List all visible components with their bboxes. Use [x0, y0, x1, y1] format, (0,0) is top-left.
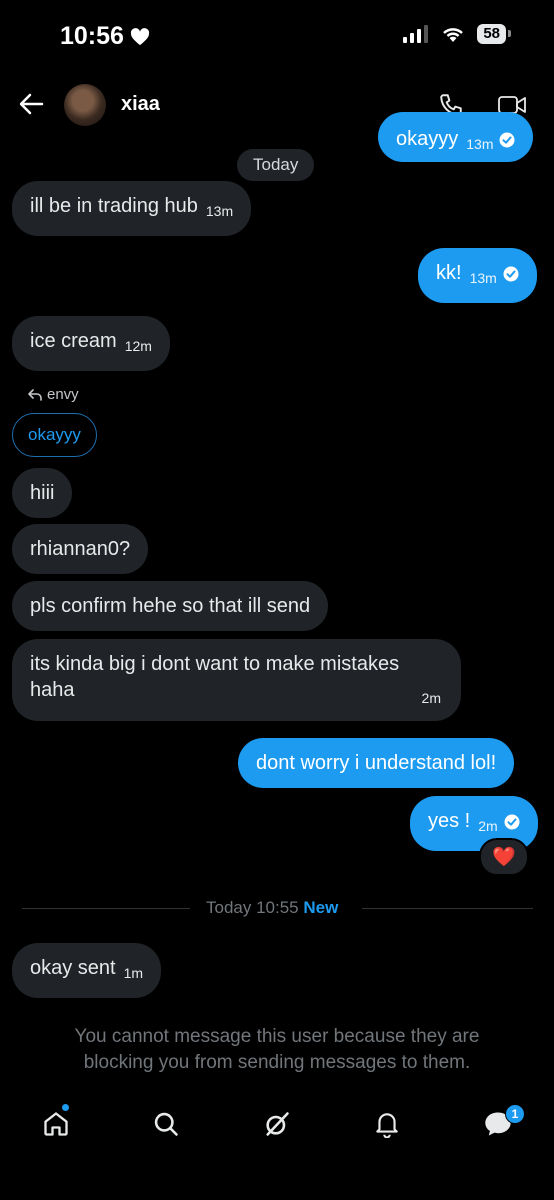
message-outgoing[interactable]: okayyy 13m	[378, 112, 534, 162]
reply-context: envy	[28, 386, 79, 403]
blocked-notice: You cannot message this user because the…	[74, 1026, 480, 1073]
wifi-icon	[443, 28, 464, 42]
message-incoming[interactable]: okay sent 1m	[12, 943, 162, 998]
back-arrow-icon	[19, 93, 44, 115]
reply-arrow-icon	[28, 388, 42, 401]
signal-icon	[403, 25, 429, 43]
notification-dot	[62, 1104, 69, 1111]
date-pill: Today	[237, 149, 315, 181]
quoted-message[interactable]: okayyy	[12, 413, 97, 457]
nav-notifications[interactable]	[371, 1108, 403, 1140]
conversation-name[interactable]: xiaa	[121, 93, 160, 116]
message-incoming[interactable]: its kinda big i dont want to make mistak…	[12, 639, 461, 721]
divider-line	[362, 908, 533, 909]
status-icons: 58	[403, 24, 511, 44]
messages-badge: 1	[505, 1104, 525, 1124]
grok-icon	[266, 1112, 289, 1136]
seen-check-icon	[504, 814, 520, 830]
nav-search[interactable]	[150, 1108, 182, 1140]
seen-check-icon	[499, 132, 515, 148]
battery-indicator: 58	[477, 24, 511, 44]
status-time: 10:56	[60, 22, 150, 51]
back-button[interactable]	[18, 92, 44, 121]
message-incoming[interactable]: rhiannan0?	[12, 524, 149, 574]
bell-icon	[376, 1113, 398, 1138]
new-messages-divider: Today 10:55 New	[206, 898, 339, 917]
message-outgoing[interactable]: dont worry i understand lol!	[238, 738, 515, 788]
message-incoming[interactable]: ice cream 12m	[12, 316, 170, 371]
divider-line	[22, 908, 190, 909]
message-outgoing[interactable]: kk! 13m	[418, 248, 537, 303]
home-icon	[44, 1112, 68, 1136]
seen-check-icon	[503, 266, 519, 282]
nav-home[interactable]	[40, 1108, 72, 1140]
nav-grok[interactable]	[261, 1108, 293, 1140]
message-incoming[interactable]: pls confirm hehe so that ill send	[12, 581, 329, 631]
message-incoming[interactable]: hiii	[12, 468, 73, 518]
heart-reaction[interactable]: ❤️	[479, 838, 529, 876]
avatar[interactable]	[64, 84, 106, 126]
search-icon	[154, 1112, 178, 1136]
heart-icon	[130, 27, 150, 45]
message-time: 2m	[421, 690, 441, 706]
message-incoming[interactable]: ill be in trading hub 13m	[12, 181, 252, 236]
